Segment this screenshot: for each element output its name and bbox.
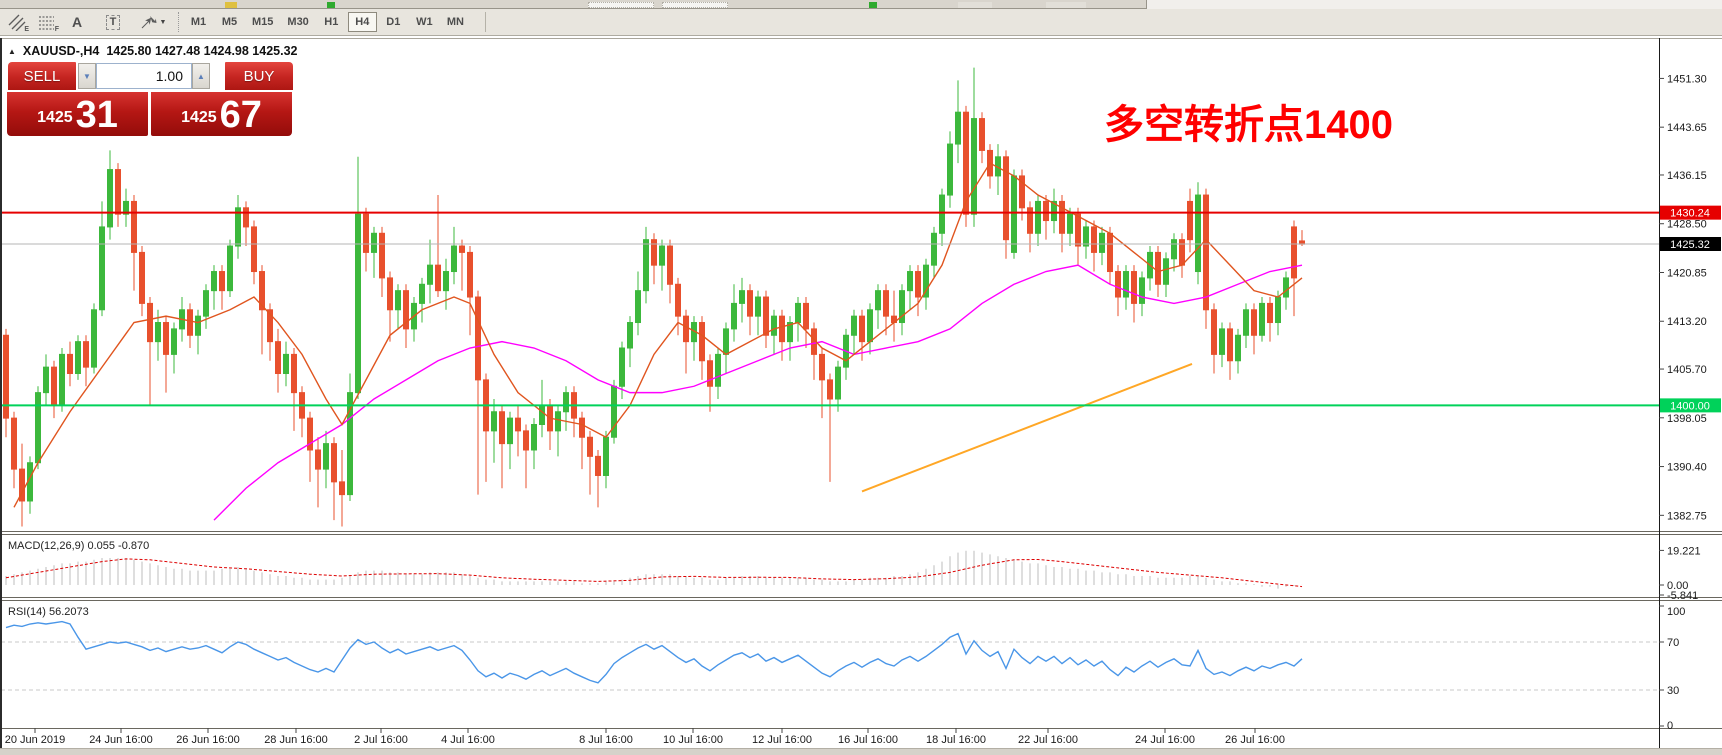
svg-text:18 Jul 16:00: 18 Jul 16:00 [926, 734, 986, 746]
label-tool-icon[interactable]: T [100, 12, 126, 33]
chart-symbol-title: XAUUSD-,H4 [23, 44, 99, 58]
mt4-window: E F A T ▼ M1 M5 M15 M30 H1 H4 D1 W1 MN [0, 0, 1722, 755]
rsi-level-lines [1, 642, 1659, 690]
channel-tool-sub-label: E [24, 26, 29, 33]
svg-text:19.221: 19.221 [1667, 545, 1701, 557]
svg-text:1405.70: 1405.70 [1667, 364, 1707, 376]
svg-text:26 Jul 16:00: 26 Jul 16:00 [1225, 734, 1285, 746]
svg-text:MACD(12,26,9) 0.055 -0.870: MACD(12,26,9) 0.055 -0.870 [8, 540, 149, 552]
svg-text:-5.841: -5.841 [1667, 590, 1698, 602]
clipped-icon-fragment [958, 2, 992, 8]
svg-text:0: 0 [1667, 720, 1673, 732]
svg-text:30: 30 [1667, 685, 1679, 697]
tab-timeframe-h1[interactable]: H1 [317, 12, 346, 32]
indicator-axis: 19.2210.00-5.84110070300 [1659, 545, 1701, 732]
chart-title-bar: ▲ XAUUSD-,H4 1425.80 1427.48 1424.98 142… [8, 44, 297, 58]
svg-text:16 Jul 16:00: 16 Jul 16:00 [838, 734, 898, 746]
ma-fast-line [14, 163, 1302, 507]
caret-down-icon: ▼ [83, 72, 91, 81]
clipped-icon-fragment [225, 2, 237, 8]
clipped-field-fragment [662, 2, 728, 8]
svg-text:8 Jul 16:00: 8 Jul 16:00 [579, 734, 633, 746]
svg-text:1425.32: 1425.32 [1670, 239, 1710, 251]
svg-text:10 Jul 16:00: 10 Jul 16:00 [663, 734, 723, 746]
text-tool-icon[interactable]: A [64, 12, 90, 33]
fibonacci-tool-sub-label: F [55, 26, 59, 33]
svg-text:12 Jul 16:00: 12 Jul 16:00 [752, 734, 812, 746]
tab-timeframe-m5[interactable]: M5 [215, 12, 244, 32]
window-bottom-edge [0, 748, 1722, 755]
caret-up-icon: ▲ [197, 72, 205, 81]
clipped-toolbar-fragment [0, 0, 1147, 9]
svg-text:70: 70 [1667, 637, 1679, 649]
volume-input[interactable] [96, 63, 192, 89]
clipped-parent-toolbar [0, 0, 1722, 9]
svg-text:1400.00: 1400.00 [1670, 400, 1710, 412]
svg-text:1451.30: 1451.30 [1667, 73, 1707, 85]
bid-price-pips: 31 [76, 98, 118, 132]
price-axis[interactable]: 1451.30 1443.65 1436.15 1428.50 1420.85 1413.… [1659, 73, 1721, 522]
svg-text:24 Jul 16:00: 24 Jul 16:00 [1135, 734, 1195, 746]
clipped-field-fragment [588, 2, 654, 8]
svg-text:2 Jul 16:00: 2 Jul 16:00 [354, 734, 408, 746]
trade-prices-row: 1425 31 1425 67 [6, 92, 293, 136]
volume-decrease-button[interactable]: ▼ [78, 63, 96, 89]
chart-text-annotation: 多空转折点1400 [1104, 92, 1393, 150]
chart-ohlc-readout: 1425.80 1427.48 1424.98 1425.32 [106, 44, 297, 58]
svg-text:1420.85: 1420.85 [1667, 267, 1707, 279]
svg-text:1398.05: 1398.05 [1667, 413, 1707, 425]
svg-text:4 Jul 16:00: 4 Jul 16:00 [441, 734, 495, 746]
tab-timeframe-w1[interactable]: W1 [410, 12, 439, 32]
chart-toolbar: E F A T ▼ M1 M5 M15 M30 H1 H4 D1 W1 MN [0, 9, 1722, 36]
svg-text:20 Jun 2019: 20 Jun 2019 [5, 734, 66, 746]
tab-timeframe-d1[interactable]: D1 [379, 12, 408, 32]
svg-text:1390.40: 1390.40 [1667, 462, 1707, 474]
svg-text:22 Jul 16:00: 22 Jul 16:00 [1018, 734, 1078, 746]
rsi-line [6, 622, 1302, 683]
sell-button[interactable]: SELL [8, 62, 76, 90]
svg-text:1428.50: 1428.50 [1667, 219, 1707, 231]
fibonacci-tool-icon[interactable]: F [34, 12, 60, 33]
svg-text:1430.24: 1430.24 [1670, 208, 1710, 220]
collapse-triangle-icon[interactable]: ▲ [8, 47, 16, 56]
svg-text:1413.20: 1413.20 [1667, 316, 1707, 328]
svg-text:26 Jun 16:00: 26 Jun 16:00 [176, 734, 240, 746]
panel-borders [0, 38, 1722, 748]
clipped-icon-fragment [869, 2, 877, 8]
trade-controls-row: SELL ▼ ▲ BUY [6, 62, 293, 90]
svg-text:28 Jun 16:00: 28 Jun 16:00 [264, 734, 328, 746]
toolbar-separator [485, 12, 486, 32]
equidistant-channel-tool-icon[interactable]: E [4, 12, 30, 33]
buy-button[interactable]: BUY [225, 62, 293, 90]
ask-price-handle: 1425 [181, 109, 217, 127]
bid-price-display[interactable]: 1425 31 [7, 92, 148, 136]
clipped-icon-fragment [1046, 2, 1086, 8]
ask-price-display[interactable]: 1425 67 [151, 92, 292, 136]
indicator-labels: MACD(12,26,9) 0.055 -0.870 RSI(14) 56.207… [8, 540, 149, 618]
svg-text:100: 100 [1667, 606, 1685, 618]
tab-timeframe-m15[interactable]: M15 [246, 12, 279, 32]
volume-increase-button[interactable]: ▲ [192, 63, 210, 89]
clipped-icon-fragment [327, 2, 335, 8]
one-click-trading-panel: SELL ▼ ▲ BUY 1425 31 1425 67 [6, 62, 293, 136]
bid-price-handle: 1425 [37, 109, 73, 127]
tab-timeframe-mn[interactable]: MN [441, 12, 470, 32]
macd-histogram [6, 551, 1302, 589]
ask-price-pips: 67 [220, 98, 262, 132]
svg-text:1382.75: 1382.75 [1667, 510, 1707, 522]
svg-text:1443.65: 1443.65 [1667, 122, 1707, 134]
trendline[interactable] [862, 364, 1192, 491]
toolbar-separator [178, 12, 179, 32]
date-axis[interactable]: 20 Jun 2019 24 Jun 16:00 26 Jun 16:00 28 Ju… [5, 728, 1285, 746]
tab-timeframe-m1[interactable]: M1 [184, 12, 213, 32]
svg-text:RSI(14) 56.2073: RSI(14) 56.2073 [8, 606, 89, 618]
tab-timeframe-m30[interactable]: M30 [281, 12, 314, 32]
svg-text:1436.15: 1436.15 [1667, 170, 1707, 182]
arrows-tool-icon[interactable]: ▼ [136, 12, 170, 33]
tab-timeframe-h4[interactable]: H4 [348, 12, 377, 32]
svg-text:24 Jun 16:00: 24 Jun 16:00 [89, 734, 153, 746]
arrows-dropdown-icon[interactable]: ▼ [160, 19, 167, 26]
